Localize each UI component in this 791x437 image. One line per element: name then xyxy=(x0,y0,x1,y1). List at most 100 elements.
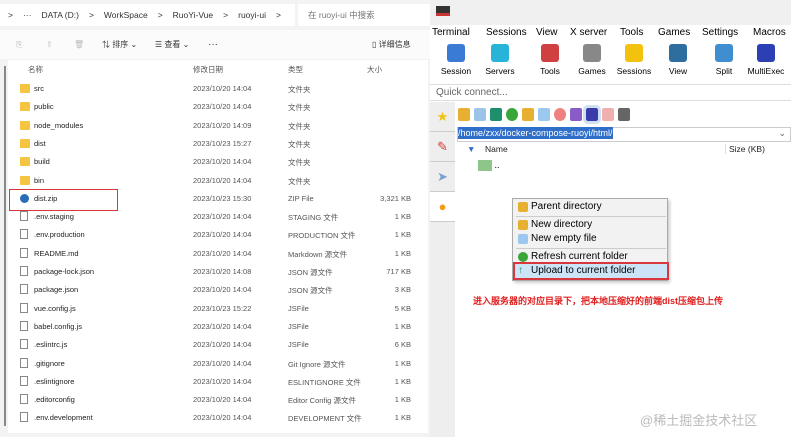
column-name[interactable]: Name xyxy=(485,144,508,154)
rename-icon[interactable] xyxy=(570,108,582,121)
file-row[interactable]: .editorconfig 2023/10/20 14:04 Editor Co… xyxy=(8,391,428,409)
search-input[interactable]: 在 ruoyi-ui 中搜索 xyxy=(298,4,430,26)
sort-button[interactable]: ⇅ 排序 ⌄ xyxy=(102,39,137,50)
delete-icon[interactable]: 🗑 xyxy=(74,40,84,49)
context-menu: Parent directory New directory New empty… xyxy=(512,198,669,281)
parent-entry[interactable]: .. xyxy=(478,160,500,172)
file-row[interactable]: dist 2023/10/23 15:27 文件夹 xyxy=(8,135,428,153)
file-size: 3,321 KB xyxy=(380,193,411,203)
tools-tab-icon[interactable]: ✎ xyxy=(430,132,455,162)
file-row[interactable]: node_modules 2023/10/20 14:09 文件夹 xyxy=(8,117,428,135)
cut-icon[interactable]: ⎘ xyxy=(16,40,22,50)
share-icon[interactable]: ⇪ xyxy=(46,40,53,49)
file-icon xyxy=(20,320,28,331)
file-size: 717 KB xyxy=(386,267,411,276)
menu-settings[interactable]: Settings xyxy=(702,27,738,38)
file-row[interactable]: build 2023/10/20 14:04 文件夹 xyxy=(8,153,428,171)
toolbar-tools-button[interactable]: Tools xyxy=(528,42,572,76)
new-file-icon[interactable] xyxy=(538,108,550,121)
menu-tools[interactable]: Tools xyxy=(620,27,643,38)
breadcrumb-separator[interactable]: > xyxy=(89,10,94,20)
upload-icon[interactable] xyxy=(490,108,502,121)
menu-item-upload[interactable]: ↑ Upload to current folder xyxy=(513,262,669,280)
wand-icon[interactable] xyxy=(602,108,614,121)
menu-sessions[interactable]: Sessions xyxy=(486,27,527,38)
column-size[interactable]: Size (KB) xyxy=(725,144,765,154)
scrollbar[interactable] xyxy=(4,66,6,426)
column-size[interactable]: 大小 xyxy=(367,64,382,75)
file-name: babel.config.js xyxy=(34,321,82,331)
file-type: JSFile xyxy=(288,321,309,331)
breadcrumb[interactable]: > ··· DATA (D:) > WorkSpace > RuoYi-Vue > ruoyi-… xyxy=(0,4,295,26)
file-row[interactable]: package-lock.json 2023/10/20 14:08 JSON … xyxy=(8,263,428,281)
file-row[interactable]: README.md 2023/10/20 14:04 Markdown 源文件 … xyxy=(8,245,428,263)
breadcrumb-item[interactable]: RuoYi-Vue xyxy=(173,10,213,20)
menu-view[interactable]: View xyxy=(536,27,558,38)
file-date: 2023/10/20 14:04 xyxy=(193,248,252,258)
star-tab-icon[interactable]: ★ xyxy=(430,102,455,132)
file-row[interactable]: .eslintrc.js 2023/10/20 14:04 JSFile 6 K… xyxy=(8,336,428,354)
permissions-icon[interactable] xyxy=(583,105,601,124)
menu-item-parent-directory[interactable]: Parent directory xyxy=(515,200,667,214)
toolbar-sessions-button[interactable]: Sessions xyxy=(612,42,656,76)
menu-games[interactable]: Games xyxy=(658,27,690,38)
file-row[interactable]: babel.config.js 2023/10/20 14:04 JSFile … xyxy=(8,318,428,336)
file-row[interactable]: vue.config.js 2023/10/23 15:22 JSFile 5 … xyxy=(8,300,428,318)
toolbar-split-button[interactable]: Split xyxy=(702,42,746,76)
toolbar-view-button[interactable]: View xyxy=(656,42,700,76)
menu-item-refresh[interactable]: Refresh current folder xyxy=(515,250,667,264)
file-row[interactable]: .env.production 2023/10/20 14:04 PRODUCT… xyxy=(8,226,428,244)
column-date[interactable]: 修改日期 xyxy=(193,64,223,75)
file-row[interactable]: bin 2023/10/20 14:04 文件夹 xyxy=(8,172,428,190)
chevron-down-icon[interactable]: ⌄ xyxy=(778,128,786,139)
breadcrumb-separator[interactable]: > xyxy=(276,10,281,20)
file-row[interactable]: .gitignore 2023/10/20 14:04 Git Ignore 源… xyxy=(8,355,428,373)
breadcrumb-item[interactable]: DATA (D:) xyxy=(41,10,78,20)
refresh-icon[interactable] xyxy=(506,108,518,121)
delete-icon[interactable] xyxy=(554,108,566,121)
file-name: package.json xyxy=(34,285,79,295)
file-date: 2023/10/20 14:04 xyxy=(193,413,252,423)
file-row[interactable]: src 2023/10/20 14:04 文件夹 xyxy=(8,80,428,98)
menu-x-server[interactable]: X server xyxy=(570,27,607,38)
terminal-icon[interactable] xyxy=(618,108,630,121)
parent-folder-icon[interactable] xyxy=(458,108,470,121)
file-size: 5 KB xyxy=(394,303,411,313)
breadcrumb-separator[interactable]: > xyxy=(8,10,13,20)
menu-item-new-empty-file[interactable]: New empty file xyxy=(515,232,667,246)
menu-item-new-directory[interactable]: New directory xyxy=(515,218,667,232)
file-row[interactable]: .env.development 2023/10/20 14:04 DEVELO… xyxy=(8,409,428,427)
quick-connect-input[interactable]: Quick connect... xyxy=(430,84,791,101)
breadcrumb-item[interactable]: ruoyi-ui xyxy=(238,10,266,20)
file-size: 3 KB xyxy=(394,285,411,295)
sftp-tab-icon[interactable]: ● xyxy=(430,192,455,222)
breadcrumb-separator[interactable]: > xyxy=(223,10,228,20)
menu-terminal[interactable]: Terminal xyxy=(432,27,470,38)
path-field[interactable]: /home/zxx/docker-compose-ruoyi/html/⌄ xyxy=(457,127,791,142)
more-button[interactable]: ··· xyxy=(208,39,218,50)
file-row[interactable]: .eslintignore 2023/10/20 14:04 ESLINTIGN… xyxy=(8,373,428,391)
send-tab-icon[interactable]: ➤ xyxy=(430,162,455,192)
toolbar-games-button[interactable]: Games xyxy=(570,42,614,76)
menu-macros[interactable]: Macros xyxy=(753,27,786,38)
column-type[interactable]: 类型 xyxy=(288,64,303,75)
file-name: node_modules xyxy=(34,120,84,130)
new-folder-icon[interactable] xyxy=(522,108,534,121)
breadcrumb-item[interactable]: ··· xyxy=(23,10,32,20)
toolbar-multiexec-button[interactable]: MultiExec xyxy=(744,42,788,76)
tool-label: Session xyxy=(440,66,472,76)
breadcrumb-item[interactable]: WorkSpace xyxy=(104,10,148,20)
column-name[interactable]: 名称 xyxy=(28,64,43,75)
file-row[interactable]: package.json 2023/10/20 14:04 JSON 源文件 3… xyxy=(8,281,428,299)
file-row[interactable]: public 2023/10/20 14:04 文件夹 xyxy=(8,98,428,116)
toolbar-servers-button[interactable]: Servers xyxy=(478,42,522,76)
download-icon[interactable] xyxy=(474,108,486,121)
file-size: 1 KB xyxy=(394,212,411,222)
view-button[interactable]: ☰ 查看 ⌄ xyxy=(155,39,189,50)
file-size: 1 KB xyxy=(394,413,411,423)
breadcrumb-separator[interactable]: > xyxy=(158,10,163,20)
toolbar-session-button[interactable]: Session xyxy=(434,42,478,76)
file-name: public xyxy=(34,102,54,112)
file-date: 2023/10/20 14:04 xyxy=(193,212,252,222)
details-button[interactable]: ▯ 详细信息 xyxy=(372,39,411,50)
